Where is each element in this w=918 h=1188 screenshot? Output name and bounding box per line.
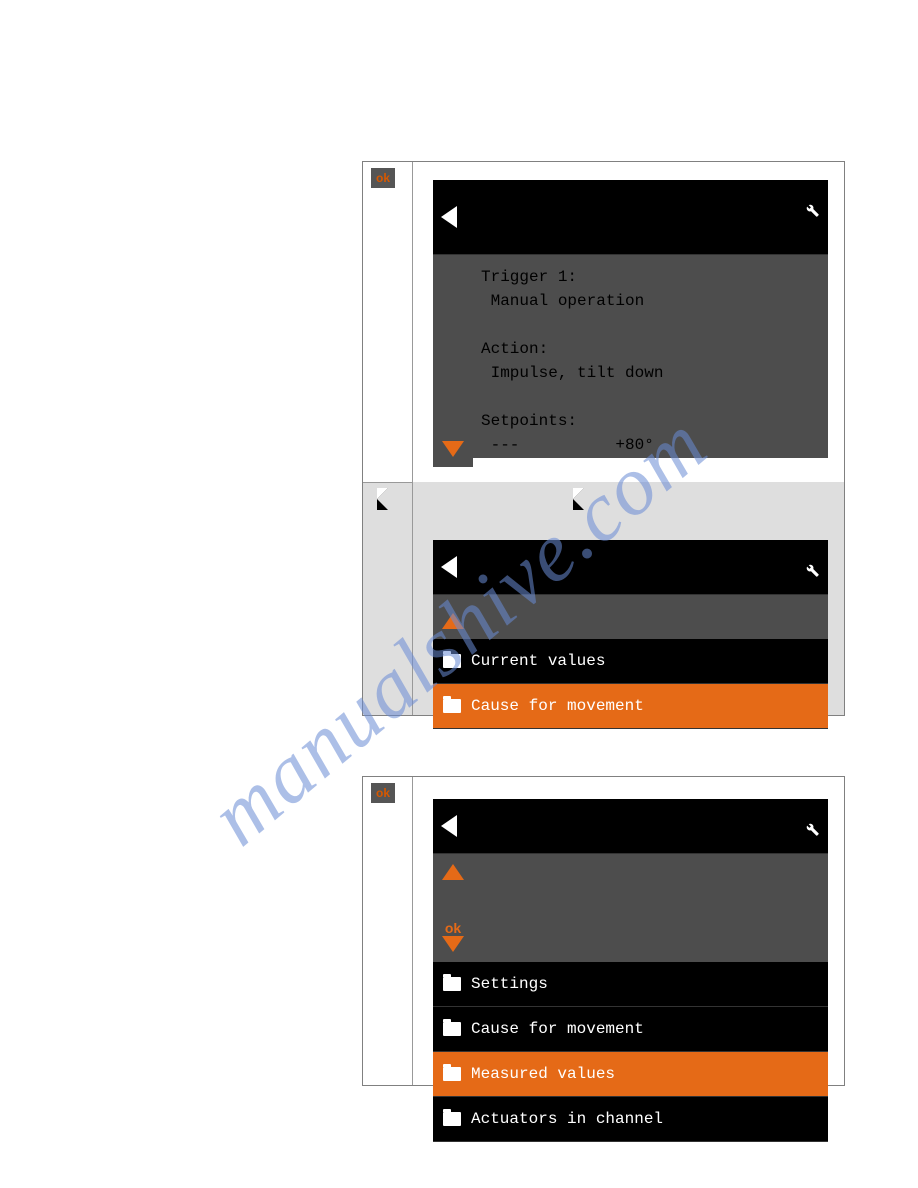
menu-item-current-values[interactable]: Current values: [433, 639, 828, 684]
screen1-body-row: Trigger 1: Manual operation Action: Impu…: [433, 255, 828, 467]
screen1-body: Trigger 1: Manual operation Action: Impu…: [473, 255, 828, 467]
menu-item-label: Actuators in channel: [471, 1110, 663, 1128]
up-arrow-icon[interactable]: [442, 864, 464, 880]
menu-item-label: Settings: [471, 975, 548, 993]
back-flag-icon-left[interactable]: [377, 488, 388, 510]
screen1-header: 01.01.2009 12:00 Ven. blind living ro om: [433, 180, 828, 255]
screen2-time: 12:00: [746, 546, 794, 567]
settings-icon[interactable]: [802, 200, 820, 218]
up-arrow-icon[interactable]: [442, 613, 464, 629]
folder-icon: [443, 1112, 461, 1126]
screen2-header: 01.01.2009 12:00 Channel 1: [433, 540, 828, 595]
screen1-date: 01.01.2009: [465, 186, 561, 207]
menu-item-label: Cause for movement: [471, 697, 644, 715]
screen3-title: Channel 1: [465, 826, 794, 847]
screen3-time: 12:00: [746, 805, 794, 826]
menu-item-label: Cause for movement: [471, 1020, 644, 1038]
back-icon[interactable]: [441, 556, 457, 578]
screen3-header-text: 01.01.2009 12:00 Channel 1: [465, 805, 794, 847]
down-arrow-icon[interactable]: [442, 441, 464, 457]
ok-indicator: ok: [445, 920, 461, 936]
menu-item-measured-values[interactable]: Measured values: [433, 1052, 828, 1097]
device-screen-3: 01.01.2009 12:00 Channel 1 ok Settings: [433, 799, 828, 1059]
back-flag-icon-mid[interactable]: [573, 488, 584, 510]
back-icon[interactable]: [441, 815, 457, 837]
screen3-date: 01.01.2009: [465, 805, 561, 826]
screen3-menu: ok Settings Cause for movement Measured …: [433, 854, 828, 1142]
folder-icon: [443, 654, 461, 668]
side-stripe-1: [363, 162, 413, 482]
screen3-items: Settings Cause for movement Measured val…: [433, 962, 828, 1142]
menu-item-label: Current values: [471, 652, 605, 670]
device-screen-2: 01.01.2009 12:00 Channel 1 Current value…: [433, 540, 828, 700]
screen1-time: 12:00: [746, 186, 794, 207]
down-arrow-icon[interactable]: [442, 936, 464, 952]
folder-icon: [443, 977, 461, 991]
ok-button-bottom[interactable]: ok: [371, 783, 395, 803]
folder-icon: [443, 1022, 461, 1036]
screen2-menu: Current values Cause for movement: [433, 595, 828, 729]
figure-box-2: ok 01.01.2009 12:00 Channel 1 ok: [362, 776, 845, 1086]
screen2-navcol: [433, 595, 473, 639]
side-stripe-2: [363, 482, 413, 715]
screen2-title: Channel 1: [465, 567, 794, 588]
menu-item-settings[interactable]: Settings: [433, 962, 828, 1007]
side-stripe-3: [363, 777, 413, 1085]
settings-icon[interactable]: [802, 819, 820, 837]
screen3-header: 01.01.2009 12:00 Channel 1: [433, 799, 828, 854]
menu-item-cause-for-movement[interactable]: Cause for movement: [433, 684, 828, 729]
screen1-title-line1: Ven. blind living ro: [465, 207, 794, 228]
menu-item-actuators[interactable]: Actuators in channel: [433, 1097, 828, 1142]
menu-item-cause-for-movement[interactable]: Cause for movement: [433, 1007, 828, 1052]
settings-icon[interactable]: [802, 560, 820, 578]
screen2-items: Current values Cause for movement: [433, 639, 828, 729]
ok-button-top[interactable]: ok: [371, 168, 395, 188]
screen3-navcol: ok: [433, 854, 473, 962]
folder-icon: [443, 1067, 461, 1081]
figure-box-1: ok 01.01.2009 12:00 Ven. blind living ro…: [362, 161, 845, 716]
screen2-header-text: 01.01.2009 12:00 Channel 1: [465, 546, 794, 588]
back-icon[interactable]: [441, 206, 457, 228]
screen1-navcol: [433, 255, 473, 467]
screen1-title-line2: om: [465, 228, 794, 249]
screen2-date: 01.01.2009: [465, 546, 561, 567]
folder-icon: [443, 699, 461, 713]
device-screen-1: 01.01.2009 12:00 Ven. blind living ro om…: [433, 180, 828, 458]
menu-item-label: Measured values: [471, 1065, 615, 1083]
screen1-header-text: 01.01.2009 12:00 Ven. blind living ro om: [465, 186, 794, 248]
